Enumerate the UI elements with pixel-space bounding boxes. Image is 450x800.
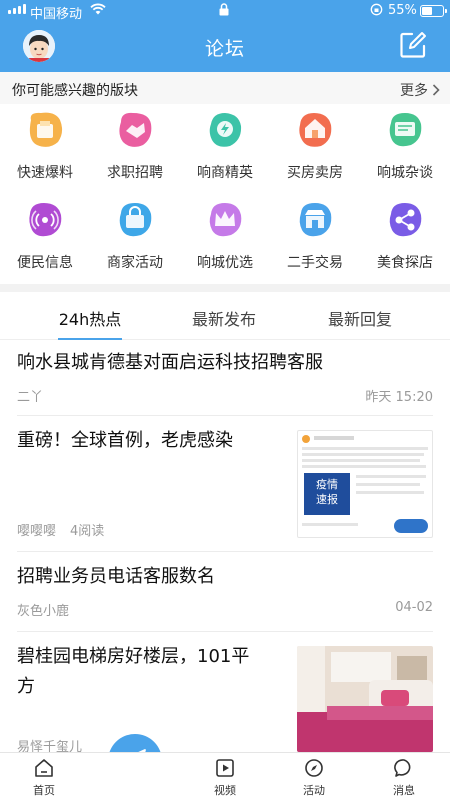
tab-latest-posts[interactable]: 最新发布 <box>164 306 284 330</box>
nav-video[interactable]: 视频 <box>195 757 255 798</box>
activity-icon <box>305 759 323 777</box>
tab-hot-24h[interactable]: 24h热点 <box>30 306 150 330</box>
bottom-nav: 首页 视频 活动 消息 <box>0 752 450 800</box>
house-icon <box>299 113 332 147</box>
section-divider <box>0 284 450 292</box>
board-item[interactable]: 便民信息 <box>0 194 90 284</box>
battery-percent: 55% <box>388 3 417 18</box>
nav-messages[interactable]: 消息 <box>374 757 434 798</box>
board-item[interactable]: 商家活动 <box>90 194 180 284</box>
board-label: 快速爆料 <box>17 165 73 181</box>
inbox-icon <box>29 112 63 147</box>
post-author: 嘤嘤嘤 <box>17 524 57 539</box>
feed-post[interactable]: 响水县城肯德基对面启运科技招聘客服 二丫 昨天 15:20 <box>0 340 450 416</box>
signal-icon <box>8 4 26 14</box>
boards-section-header: 你可能感兴趣的版块 更多 <box>0 72 450 104</box>
board-item[interactable]: 响城杂谈 <box>360 104 450 194</box>
more-label: 更多 <box>400 83 428 99</box>
thumb-badge-line2: 速报 <box>316 493 338 506</box>
bag-icon <box>119 203 152 237</box>
post-time: 昨天 15:20 <box>365 390 433 405</box>
board-item[interactable]: 求职招聘 <box>90 104 180 194</box>
rotation-lock-icon <box>370 3 383 19</box>
board-label: 响城杂谈 <box>377 165 433 181</box>
nav-activity-label: 活动 <box>303 784 325 797</box>
nav-video-label: 视频 <box>214 784 236 797</box>
post-title: 重磅！全球首例，老虎感染 <box>17 430 233 451</box>
post-title-line1: 碧桂园电梯房好楼层，101平 <box>17 646 250 667</box>
post-time: 04-02 <box>395 600 433 615</box>
post-title: 招聘业务员电话客服数名 <box>17 566 215 587</box>
feed-post[interactable]: 招聘业务员电话客服数名 灰色小鹿 04-02 <box>0 552 450 632</box>
page-title: 论坛 <box>204 38 245 60</box>
board-label: 响城优选 <box>197 255 253 271</box>
post-read-count: 4阅读 <box>70 524 105 539</box>
post-title: 响水县城肯德基对面启运科技招聘客服 <box>17 352 323 373</box>
top-bar: 中国移动 55% 论坛 <box>0 0 450 72</box>
compose-icon <box>400 32 426 58</box>
tab-latest-replies[interactable]: 最新回复 <box>300 306 420 330</box>
home-icon <box>35 759 53 777</box>
feed-post[interactable]: 重磅！全球首例，老虎感染 嘤嘤嘤 4阅读 疫情 速报 <box>0 416 450 552</box>
thumb-badge: 疫情 速报 <box>304 473 350 515</box>
board-label: 商家活动 <box>107 255 163 271</box>
more-boards-link[interactable]: 更多 <box>400 80 440 100</box>
handshake-icon <box>119 112 152 147</box>
post-author: 灰色小鹿 <box>17 604 70 619</box>
video-icon <box>216 759 234 777</box>
feed-post[interactable]: 碧桂园电梯房好楼层，101平 方 易怿千玺儿 <box>0 632 450 755</box>
nav-home[interactable]: 首页 <box>14 757 74 798</box>
board-item[interactable]: 买房卖房 <box>270 104 360 194</box>
nav-activity[interactable]: 活动 <box>284 757 344 798</box>
post-title-line2: 方 <box>17 676 35 697</box>
board-item[interactable]: 快速爆料 <box>0 104 90 194</box>
board-label: 买房卖房 <box>287 165 343 181</box>
board-item[interactable]: 响城优选 <box>180 194 270 284</box>
chat-icon <box>389 113 422 147</box>
broadcast-icon <box>29 203 62 237</box>
status-bar: 中国移动 55% <box>0 0 450 22</box>
nav-home-label: 首页 <box>33 784 55 797</box>
boards-grid: 快速爆料 求职招聘 响商精英 买房卖房 响城杂谈 便民信息 商家活动 响城优选 … <box>0 104 450 282</box>
shop-icon <box>299 203 332 237</box>
lock-icon <box>219 3 229 19</box>
bolt-icon <box>209 113 242 147</box>
board-label: 求职招聘 <box>107 165 163 181</box>
compose-button[interactable] <box>398 30 428 60</box>
post-thumbnail <box>297 646 433 752</box>
board-label: 便民信息 <box>17 255 73 271</box>
wifi-icon <box>90 3 106 19</box>
thumb-badge-line1: 疫情 <box>316 478 338 491</box>
board-item[interactable]: 响商精英 <box>180 104 270 194</box>
feed-tabs: 24h热点 最新发布 最新回复 <box>0 292 450 340</box>
crown-icon <box>209 203 242 237</box>
chevron-right-icon <box>432 84 440 96</box>
board-label: 美食探店 <box>377 255 433 271</box>
carrier-name: 中国移动 <box>30 7 83 22</box>
post-author: 二丫 <box>17 390 44 405</box>
share-icon <box>389 203 422 237</box>
board-item[interactable]: 美食探店 <box>360 194 450 284</box>
board-item[interactable]: 二手交易 <box>270 194 360 284</box>
post-thumbnail: 疫情 速报 <box>297 430 433 538</box>
section-title: 你可能感兴趣的版块 <box>12 83 138 99</box>
board-label: 二手交易 <box>287 255 343 271</box>
board-label: 响商精英 <box>197 165 253 181</box>
nav-messages-label: 消息 <box>393 784 415 797</box>
message-icon <box>394 759 411 777</box>
battery-icon <box>420 5 447 17</box>
